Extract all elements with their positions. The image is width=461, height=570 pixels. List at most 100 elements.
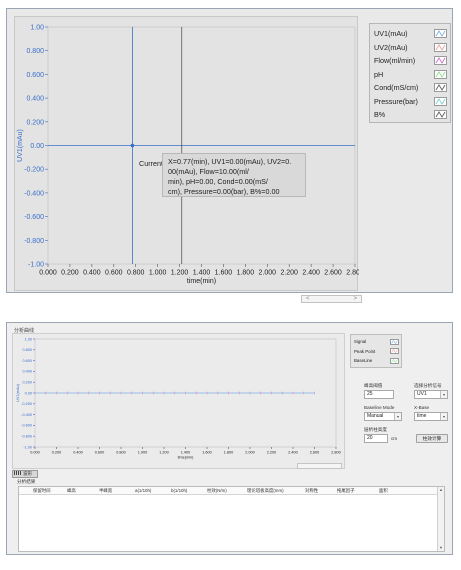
analysis-x-scrollbar[interactable] <box>297 463 342 469</box>
chromatogram-panel: 1.00 0.800 0.600 0.400 0.200 0.00 -0.200 -0.400… <box>6 8 453 303</box>
tab-waveform[interactable]: 波形 <box>12 470 38 478</box>
x-tick-label: 1.000 <box>138 450 148 454</box>
x-tick-label: 2.600 <box>310 450 320 454</box>
scroll-up-icon[interactable]: ▲ <box>438 487 444 493</box>
analysis-result-label: 分析结果 <box>17 479 36 484</box>
analysis-result-table[interactable]: 保留时间 峰高 半峰宽 a(1/10h) b(1/10h) 柱效(N/m) 理论… <box>18 486 445 552</box>
y-tick-label: 0.400 <box>26 96 44 103</box>
x-tick-label: 0.600 <box>105 270 123 277</box>
legend-label: B% <box>374 110 386 120</box>
scroll-down-icon[interactable]: ▼ <box>438 545 444 551</box>
legend-swatch-icon[interactable] <box>434 83 447 93</box>
x-tick-label: 2.000 <box>259 270 277 277</box>
baseline-mode-value: Manual <box>367 413 384 419</box>
legend-item-peak-point[interactable]: Peak Point <box>354 347 399 357</box>
peak-height-threshold-label: 峰高阈值 <box>364 383 383 388</box>
legend-swatch-icon[interactable] <box>434 29 447 39</box>
x-tick-label: 1.200 <box>171 270 189 277</box>
scroll-right-arrow[interactable]: > <box>353 296 357 302</box>
y-tick-label: -0.200 <box>24 167 44 174</box>
calculate-efficiency-button[interactable]: 柱效计算 <box>416 434 448 443</box>
legend-swatch-icon[interactable] <box>434 56 447 66</box>
legend-item-signal[interactable]: Signal <box>354 337 399 347</box>
chevron-down-icon[interactable]: ▾ <box>440 413 447 420</box>
x-tick-label: 1.000 <box>149 270 167 277</box>
column-height-label: 层析柱高度 <box>364 427 387 432</box>
legend-swatch-icon[interactable] <box>434 110 447 120</box>
table-vertical-scrollbar[interactable]: ▲ ▼ <box>437 487 444 551</box>
legend-swatch-icon[interactable] <box>390 357 399 364</box>
y-tick-label: -0.600 <box>24 214 44 221</box>
x-tick-label: 2.400 <box>288 450 298 454</box>
table-header-symmetry[interactable]: 对称性 <box>305 488 318 494</box>
legend-item-ph[interactable]: pH <box>374 68 447 82</box>
y-tick-label: -0.200 <box>21 402 32 406</box>
x-tick-label: 1.200 <box>159 450 169 454</box>
y-tick-label: -0.400 <box>24 190 44 197</box>
table-header-area[interactable]: 面积 <box>379 488 388 494</box>
legend-swatch-icon[interactable] <box>434 96 447 106</box>
scroll-left-arrow[interactable]: < <box>306 296 310 302</box>
table-header-a[interactable]: a(1/10h) <box>135 488 151 493</box>
column-height-input[interactable]: 20 <box>364 434 388 443</box>
y-tick-label: 0.00 <box>30 143 44 150</box>
y-tick-label: 0.800 <box>26 48 44 55</box>
legend-item-bpercent[interactable]: B% <box>374 108 447 122</box>
baseline-mode-dropdown[interactable]: Manual ▾ <box>364 412 402 421</box>
analysis-legend: Signal Peak Point BaseLine <box>350 334 402 368</box>
chromatogram-plot-area[interactable]: 1.00 0.800 0.600 0.400 0.200 0.00 -0.200 -0.400… <box>14 16 362 303</box>
legend-item-flow[interactable]: Flow(ml/min) <box>374 54 447 68</box>
cursor-readout-line: X=0.77(min), UV1=0.00(mAu), UV2=0. <box>168 157 292 166</box>
x-tick-label: 0.800 <box>127 270 145 277</box>
table-header-efficiency[interactable]: 柱效(N/m) <box>207 488 227 494</box>
legend-item-baseline[interactable]: BaseLine <box>354 356 399 366</box>
x-tick-label: 0.600 <box>95 450 105 454</box>
y-axis-label: UV1(mAu) <box>16 383 20 401</box>
table-header-half-width[interactable]: 半峰宽 <box>99 488 112 494</box>
legend-label: Peak Point <box>354 348 376 354</box>
peak-height-threshold-input[interactable]: 25 <box>364 390 394 399</box>
x-tick-label: 0.200 <box>52 450 62 454</box>
table-header-retention-time[interactable]: 保留时间 <box>33 488 51 494</box>
x-tick-label: 2.600 <box>324 270 342 277</box>
legend-swatch-icon[interactable] <box>390 338 399 345</box>
y-tick-label: 1.00 <box>25 337 32 341</box>
x-tick-label: 0.400 <box>83 270 101 277</box>
chromatogram-legend: UV1(mAu) UV2(mAu) Flow(ml/min) pH Cond(m… <box>369 23 451 123</box>
legend-swatch-icon[interactable] <box>390 348 399 355</box>
x-tick-label: 1.400 <box>181 450 191 454</box>
y-tick-label: -0.400 <box>21 413 32 417</box>
x-tick-label: 0.000 <box>39 270 57 277</box>
table-header-plate-height[interactable]: 理论塔板高度(mm) <box>247 488 284 494</box>
y-tick-label: -1.00 <box>28 261 44 268</box>
x-base-label: X-Base <box>414 405 430 410</box>
table-header-b[interactable]: b(1/10h) <box>171 488 187 493</box>
x-tick-label: 1.600 <box>215 270 233 277</box>
x-tick-label: 1.800 <box>224 450 234 454</box>
y-tick-label: -1.00 <box>23 445 32 449</box>
select-analysis-signal-dropdown[interactable]: UV1 ▾ <box>414 390 448 399</box>
x-axis-label: time(min) <box>178 456 195 460</box>
x-base-dropdown[interactable]: time ▾ <box>414 412 448 421</box>
analysis-chart[interactable]: 1.00 0.800 0.600 0.400 0.200 0.00 -0.200 -0.400… <box>13 334 346 470</box>
cursor-label: Current <box>139 159 163 168</box>
x-scrollbar[interactable]: < > <box>301 295 362 303</box>
y-tick-label: 1.00 <box>30 24 44 31</box>
table-header-peak-height[interactable]: 峰高 <box>67 488 76 494</box>
y-tick-label: -0.800 <box>24 238 44 245</box>
analysis-plot-area[interactable]: 1.00 0.800 0.600 0.400 0.200 0.00 -0.200 -0.400… <box>12 333 345 469</box>
x-tick-label: 0.400 <box>73 450 83 454</box>
chevron-down-icon[interactable]: ▾ <box>394 413 401 420</box>
legend-item-uv1[interactable]: UV1(mAu) <box>374 27 447 41</box>
legend-swatch-icon[interactable] <box>434 69 447 79</box>
legend-swatch-icon[interactable] <box>434 42 447 52</box>
chevron-down-icon[interactable]: ▾ <box>440 391 447 398</box>
legend-label: Signal <box>354 339 367 345</box>
legend-label: UV1(mAu) <box>374 29 408 39</box>
legend-item-cond[interactable]: Cond(mS/cm) <box>374 81 447 95</box>
legend-item-uv2[interactable]: UV2(mAu) <box>374 41 447 55</box>
legend-item-pressure[interactable]: Pressure(bar) <box>374 95 447 109</box>
table-header-tailing-factor[interactable]: 拖尾因子 <box>337 488 355 494</box>
y-tick-label: 0.00 <box>25 391 32 395</box>
x-tick-label: 1.400 <box>193 270 211 277</box>
